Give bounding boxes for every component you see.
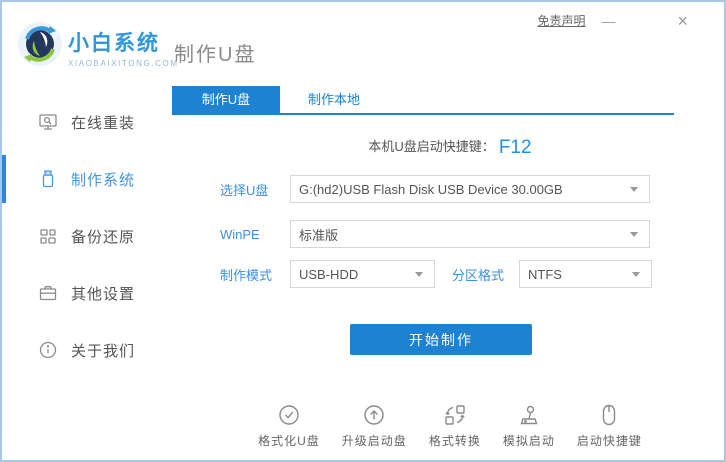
chevron-down-icon bbox=[415, 271, 423, 277]
chevron-down-icon bbox=[630, 186, 638, 192]
chevron-down-icon bbox=[630, 231, 638, 237]
boot-hotkey-icon bbox=[596, 402, 622, 428]
tool-label: 升级启动盘 bbox=[341, 434, 407, 448]
app-window: 免责声明 — × 小白系统 XIAOBAIXITONG.COM 制作U盘 在线重… bbox=[0, 0, 726, 462]
monitor-reinstall-icon bbox=[38, 112, 58, 132]
winpe-dropdown[interactable]: 标准版 bbox=[290, 220, 650, 248]
tab-make-usb[interactable]: 制作U盘 bbox=[172, 86, 280, 113]
sidebar-item-label: 备份还原 bbox=[71, 228, 136, 246]
format-convert-icon bbox=[442, 402, 468, 428]
titlebar-controls: 免责声明 — × bbox=[537, 12, 688, 30]
close-button[interactable]: × bbox=[677, 12, 688, 30]
tool-format-convert[interactable]: 格式转换 bbox=[429, 402, 481, 449]
sidebar-item-label: 制作系统 bbox=[71, 171, 136, 189]
footer-tools: 格式化U盘 升级启动盘 格式转换 模拟启动 启动快捷键 bbox=[172, 402, 724, 449]
minimize-button[interactable]: — bbox=[601, 14, 615, 28]
usb-select-value: G:(hd2)USB Flash Disk USB Device 30.00GB bbox=[299, 181, 563, 197]
tool-simulate-boot[interactable]: 模拟启动 bbox=[503, 402, 555, 449]
tool-label: 启动快捷键 bbox=[576, 434, 642, 448]
simulate-boot-icon bbox=[516, 402, 542, 428]
tool-label: 格式化U盘 bbox=[258, 434, 320, 448]
boot-hotkey-hint: 本机U盘启动快捷键： F12 bbox=[172, 136, 724, 159]
upgrade-boot-icon bbox=[361, 402, 387, 428]
usb-select-label: 选择U盘 bbox=[220, 182, 269, 198]
chevron-down-icon bbox=[632, 271, 640, 277]
disclaimer-link[interactable]: 免责声明 bbox=[537, 12, 585, 29]
sidebar-item-other-settings[interactable]: 其他设置 bbox=[2, 278, 172, 308]
tool-label: 模拟启动 bbox=[502, 434, 555, 448]
make-mode-value: USB-HDD bbox=[299, 266, 359, 282]
tab-make-local[interactable]: 制作本地 bbox=[280, 86, 388, 113]
tab-bar: 制作U盘 制作本地 bbox=[172, 86, 674, 115]
sidebar-item-label: 关于我们 bbox=[71, 342, 136, 360]
tool-upgrade-boot[interactable]: 升级启动盘 bbox=[342, 402, 407, 449]
winpe-value: 标准版 bbox=[299, 227, 339, 243]
brand-name: 小白系统 bbox=[68, 32, 160, 55]
usb-select-row: 选择U盘 G:(hd2)USB Flash Disk USB Device 30… bbox=[220, 175, 650, 203]
hotkey-label: 本机U盘启动快捷键： bbox=[368, 139, 495, 154]
tool-label: 格式转换 bbox=[428, 434, 481, 448]
sidebar-item-make-system[interactable]: 制作系统 bbox=[2, 155, 172, 203]
app-logo-icon bbox=[16, 20, 64, 68]
format-usb-icon bbox=[276, 402, 302, 428]
partition-format-dropdown[interactable]: NTFS bbox=[519, 260, 652, 288]
page-title: 制作U盘 bbox=[174, 44, 257, 66]
make-mode-label: 制作模式 bbox=[220, 267, 273, 283]
briefcase-settings-icon bbox=[38, 283, 58, 303]
tool-boot-hotkey[interactable]: 启动快捷键 bbox=[577, 402, 642, 449]
partition-format-value: NTFS bbox=[528, 266, 562, 282]
usb-select-dropdown[interactable]: G:(hd2)USB Flash Disk USB Device 30.00GB bbox=[290, 175, 650, 203]
start-create-button[interactable]: 开始制作 bbox=[350, 324, 532, 355]
sidebar-item-label: 在线重装 bbox=[71, 114, 136, 132]
usb-drive-icon bbox=[38, 169, 58, 189]
sidebar-item-about-us[interactable]: 关于我们 bbox=[2, 335, 172, 365]
winpe-label: WinPE bbox=[220, 226, 260, 242]
tool-format-usb[interactable]: 格式化U盘 bbox=[258, 402, 320, 449]
sidebar-item-backup-restore[interactable]: 备份还原 bbox=[2, 221, 172, 251]
mode-partition-row: 制作模式 USB-HDD 分区格式 NTFS bbox=[220, 260, 652, 288]
brand-block: 小白系统 XIAOBAIXITONG.COM bbox=[68, 27, 179, 68]
partition-format-label: 分区格式 bbox=[452, 267, 505, 283]
brand-domain: XIAOBAIXITONG.COM bbox=[68, 59, 179, 68]
main-content: 制作U盘 制作本地 本机U盘启动快捷键： F12 选择U盘 G:(hd2)USB … bbox=[172, 86, 724, 460]
winpe-row: WinPE 标准版 bbox=[220, 220, 650, 248]
info-circle-icon bbox=[38, 340, 58, 360]
sidebar-item-online-reinstall[interactable]: 在线重装 bbox=[2, 107, 172, 137]
hotkey-value: F12 bbox=[498, 137, 532, 158]
sidebar-item-label: 其他设置 bbox=[71, 285, 136, 303]
backup-restore-icon bbox=[38, 226, 58, 246]
make-mode-dropdown[interactable]: USB-HDD bbox=[290, 260, 435, 288]
sidebar: 在线重装 制作系统 备份还原 其他设置 关于我们 bbox=[2, 86, 172, 460]
